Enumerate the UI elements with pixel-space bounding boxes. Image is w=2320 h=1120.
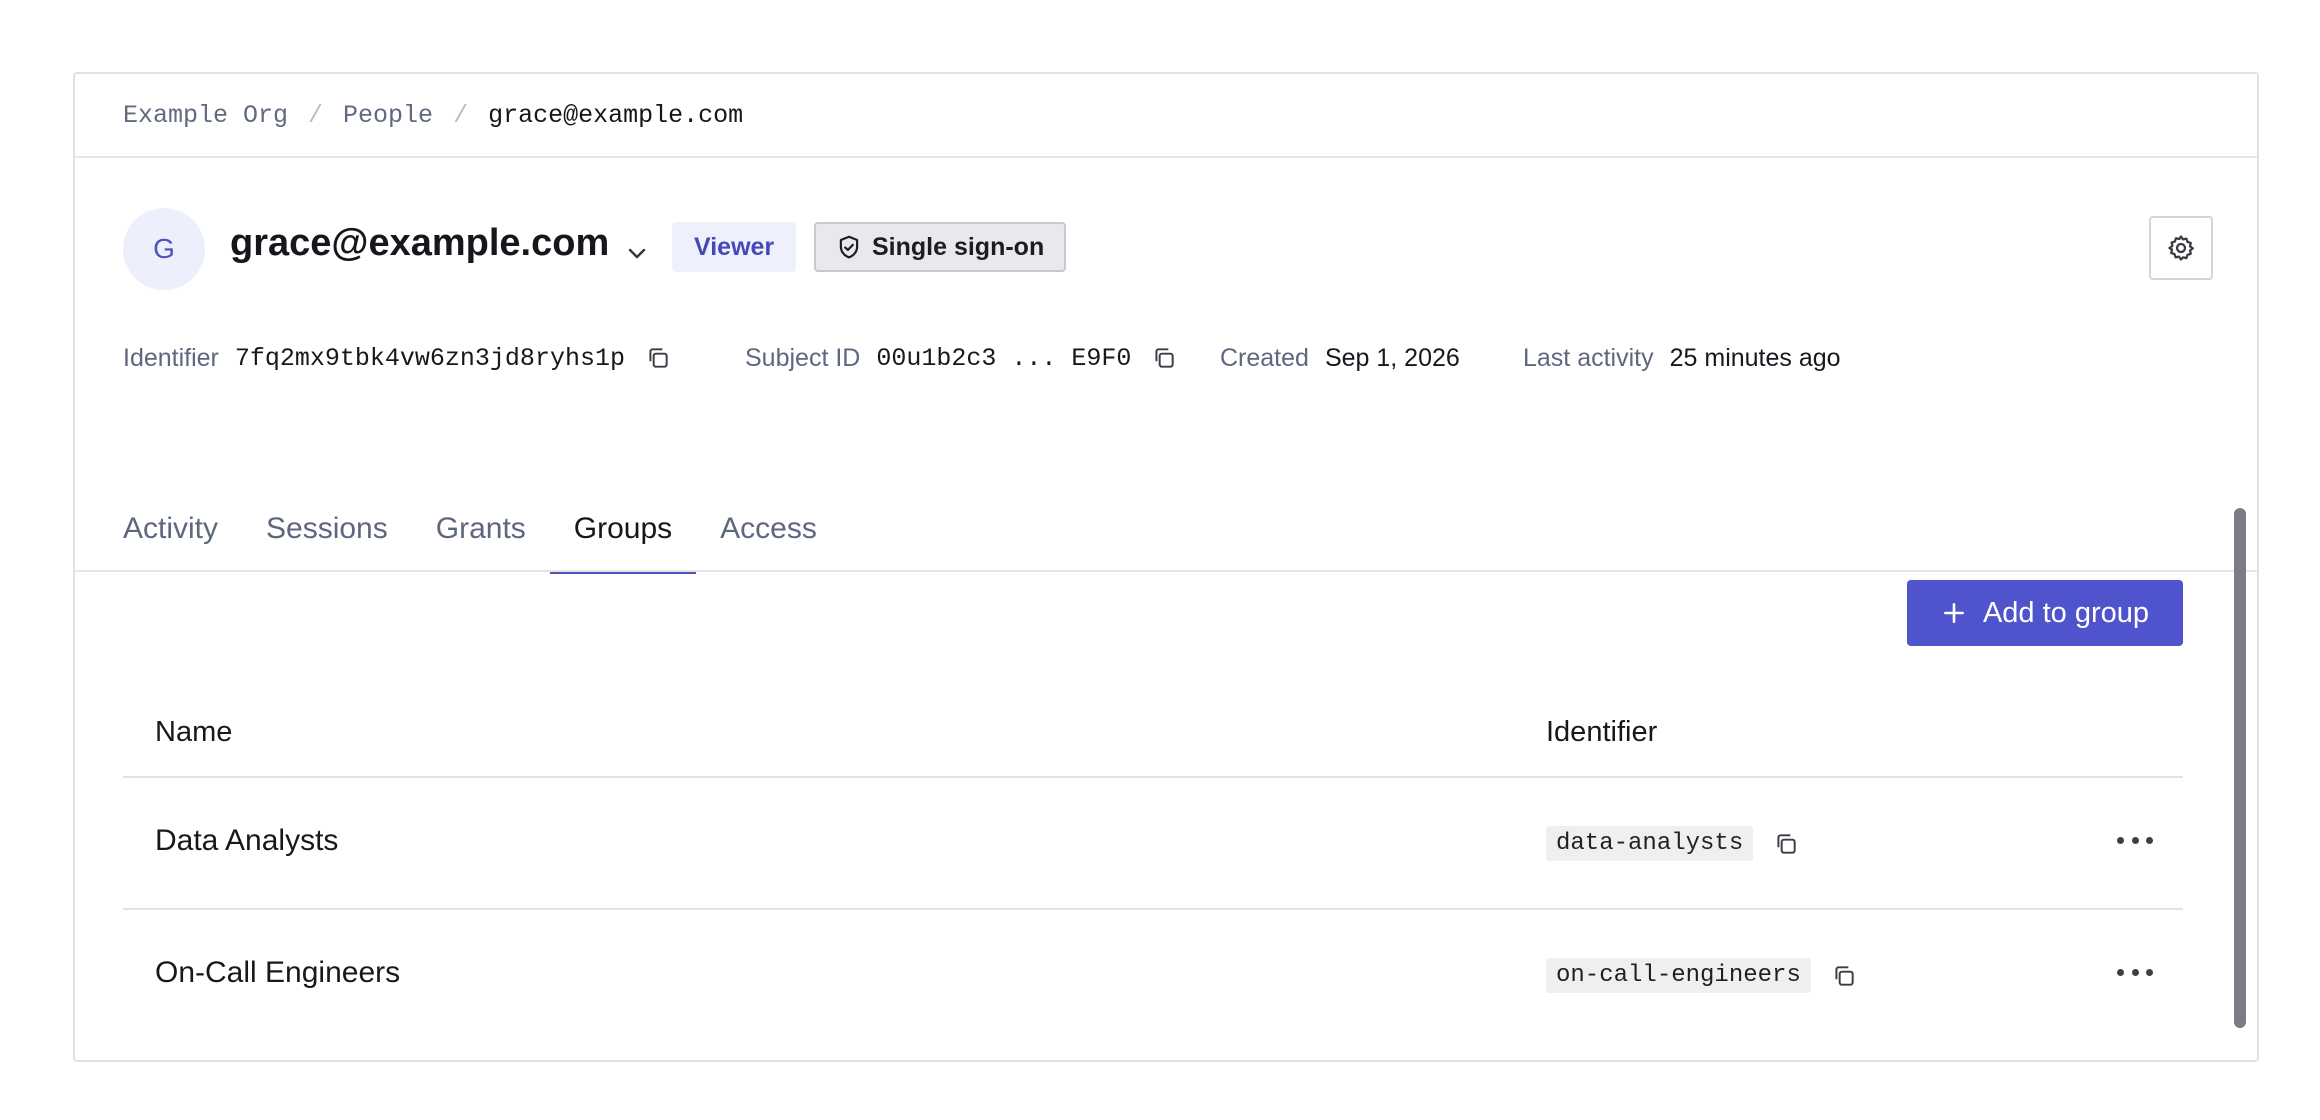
subject-value: 00u1b2c3 ... E9F0: [876, 343, 1132, 373]
add-to-group-button[interactable]: Add to group: [1907, 580, 2183, 646]
breadcrumb-current: grace@example.com: [488, 100, 744, 130]
subject-label: Subject ID: [745, 343, 861, 372]
copy-icon[interactable]: [1151, 345, 1177, 371]
table-header: Name Identifier: [123, 684, 2183, 778]
table-row: On-Call Engineers on-call-engineers: [123, 910, 2183, 1042]
breadcrumb: Example Org / People / grace@example.com: [75, 74, 2257, 158]
add-to-group-label: Add to group: [1982, 596, 2150, 629]
role-badge: Viewer: [672, 222, 797, 272]
group-name: On-Call Engineers: [155, 956, 401, 989]
breadcrumb-separator: /: [308, 100, 324, 130]
created-label: Created: [1220, 343, 1309, 372]
tab-activity[interactable]: Activity: [99, 486, 242, 572]
tab-access[interactable]: Access: [696, 486, 841, 572]
group-identifier-cell: on-call-engineers: [1546, 958, 1857, 993]
sso-badge: Single sign-on: [814, 222, 1067, 272]
more-horizontal-icon[interactable]: [2117, 960, 2153, 984]
identifier-value: 7fq2mx9tbk4vw6zn3jd8ryhs1p: [234, 343, 625, 373]
page-title: grace@example.com: [230, 222, 610, 264]
tab-bar: Activity Sessions Grants Groups Access: [99, 486, 841, 574]
chevron-down-icon: [625, 232, 649, 258]
shield-icon: [836, 234, 862, 260]
gear-icon: [2166, 233, 2196, 263]
group-identifier: data-analysts: [1546, 826, 1754, 861]
column-header-identifier: Identifier: [1546, 716, 1658, 748]
more-horizontal-icon[interactable]: [2117, 828, 2153, 852]
group-name: Data Analysts: [155, 824, 339, 857]
menu-dot: [2146, 836, 2153, 844]
menu-dot: [2131, 836, 2139, 844]
group-identifier: on-call-engineers: [1546, 958, 1811, 993]
breadcrumb-separator: /: [453, 100, 469, 130]
sso-badge-label: Single sign-on: [872, 232, 1045, 261]
group-identifier-cell: data-analysts: [1546, 826, 1799, 861]
meta-created: Created Sep 1, 2026: [1220, 338, 1460, 378]
column-header-name: Name: [155, 716, 233, 748]
last-activity-label: Last activity: [1523, 343, 1654, 372]
user-detail-panel: Example Org / People / grace@example.com…: [73, 72, 2259, 1062]
meta-identifier: Identifier 7fq2mx9tbk4vw6zn3jd8ryhs1p: [123, 338, 671, 378]
tab-sessions[interactable]: Sessions: [242, 486, 412, 572]
breadcrumb-people[interactable]: People: [343, 101, 433, 130]
menu-dot: [2146, 968, 2153, 976]
menu-dot: [2117, 968, 2124, 976]
copy-icon[interactable]: [1773, 831, 1799, 857]
menu-dot: [2117, 836, 2124, 844]
created-value: Sep 1, 2026: [1324, 343, 1460, 372]
copy-icon[interactable]: [1831, 963, 1857, 989]
meta-subject: Subject ID 00u1b2c3 ... E9F0: [745, 338, 1177, 378]
tab-grants[interactable]: Grants: [412, 486, 550, 572]
breadcrumb-org[interactable]: Example Org: [123, 101, 288, 130]
table-row: Data Analysts data-analysts: [123, 778, 2183, 910]
user-switcher[interactable]: grace@example.com: [230, 222, 649, 265]
tab-divider: [75, 570, 2257, 572]
copy-icon[interactable]: [645, 345, 671, 371]
menu-dot: [2131, 968, 2139, 976]
meta-last-activity: Last activity 25 minutes ago: [1523, 338, 1841, 378]
scrollbar[interactable]: [2234, 508, 2246, 1028]
last-activity-value: 25 minutes ago: [1669, 343, 1841, 372]
settings-button[interactable]: [2149, 216, 2213, 280]
identifier-label: Identifier: [123, 343, 219, 372]
groups-table: Name Identifier Data Analysts data-analy…: [123, 684, 2183, 1042]
tab-groups[interactable]: Groups: [549, 486, 697, 574]
avatar: G: [123, 208, 205, 290]
plus-icon: [1941, 600, 1967, 626]
